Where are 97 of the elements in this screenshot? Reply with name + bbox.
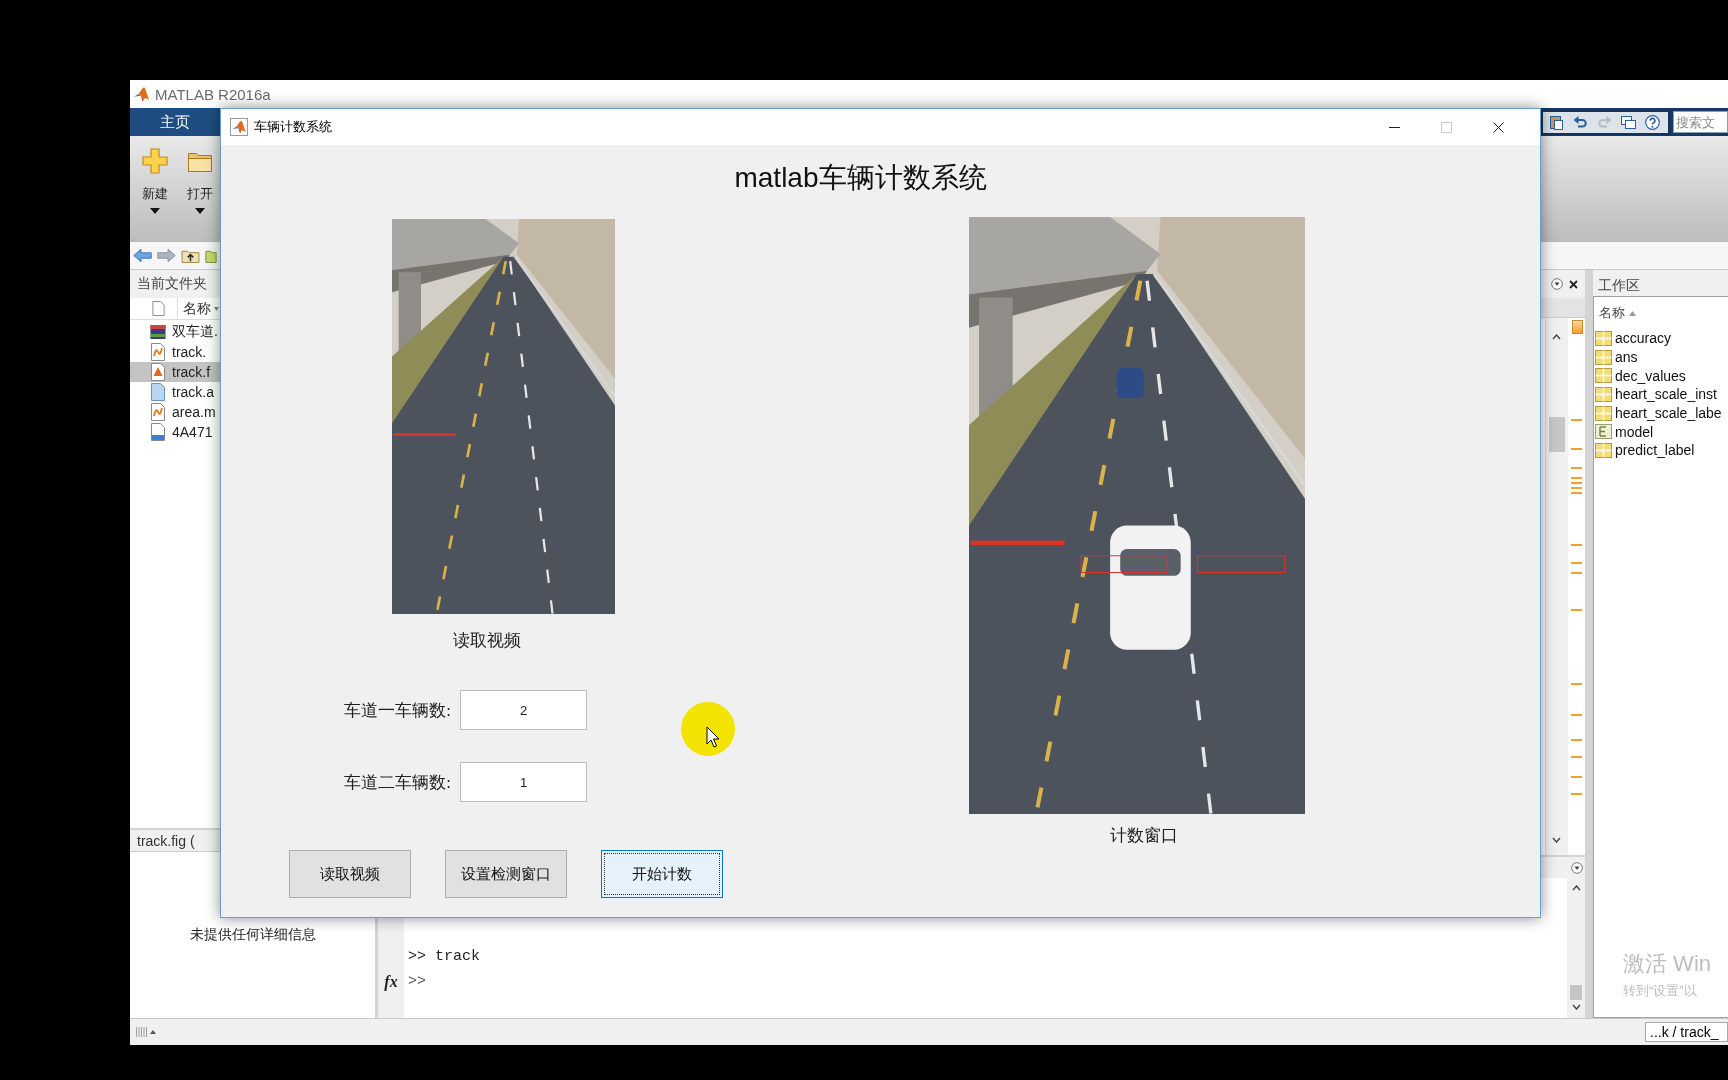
file-list-item[interactable]: track. xyxy=(130,342,220,362)
warning-marker[interactable] xyxy=(1571,776,1582,778)
warning-marker[interactable] xyxy=(1571,467,1582,469)
variable-list-item[interactable]: predict_label xyxy=(1594,441,1728,460)
variable-list-item[interactable]: model xyxy=(1594,422,1728,442)
file-list-item[interactable]: area.m xyxy=(130,402,220,422)
scroll-up-icon[interactable] xyxy=(1572,885,1581,891)
file-list-item[interactable]: track.f xyxy=(130,362,220,382)
scrollbar-thumb[interactable] xyxy=(1549,417,1565,452)
dialog-heading: matlab车辆计数系统 xyxy=(734,161,987,195)
figure-file-icon xyxy=(150,363,166,381)
file-list-item[interactable]: 4A471 xyxy=(130,422,220,442)
file-list-item[interactable]: 双车道. xyxy=(130,322,220,342)
warning-marker[interactable] xyxy=(1571,448,1582,450)
window-title: MATLAB R2016a xyxy=(155,85,271,103)
panel-menu-icon[interactable] xyxy=(1551,278,1563,290)
dialog-title: 车辆计数系统 xyxy=(254,118,332,136)
open-button[interactable]: 打开 xyxy=(180,148,220,214)
read-video-button[interactable]: 读取视频 xyxy=(289,850,411,898)
warning-marker[interactable] xyxy=(1571,793,1582,795)
variable-list-item[interactable]: heart_scale_inst xyxy=(1594,385,1728,404)
warning-marker[interactable] xyxy=(1571,609,1582,611)
column-header[interactable]: 名称 xyxy=(183,299,211,318)
file-list-item[interactable]: track.a xyxy=(130,382,220,402)
autosave-file-icon xyxy=(150,383,166,401)
panel-menu-icon[interactable] xyxy=(1571,861,1583,874)
warning-marker[interactable] xyxy=(1571,544,1582,546)
search-field[interactable]: 搜索文 xyxy=(1673,111,1728,133)
warning-marker[interactable] xyxy=(1571,492,1582,494)
video-caption: 读取视频 xyxy=(453,630,521,652)
detection-line xyxy=(393,433,456,437)
scrollbar-thumb[interactable] xyxy=(1570,985,1582,1000)
sort-up-icon xyxy=(1629,310,1636,316)
activation-notice-text: 转到“设置”以 xyxy=(1623,982,1698,1000)
status-path: ...k / track_ xyxy=(1645,1022,1728,1042)
sort-caret-icon xyxy=(214,306,219,311)
close-icon[interactable] xyxy=(1569,279,1578,289)
warning-marker[interactable] xyxy=(1571,477,1582,479)
warning-marker[interactable] xyxy=(1571,562,1582,564)
toolstrip-tab[interactable]: 主页 xyxy=(130,108,220,136)
scroll-up-icon[interactable] xyxy=(1552,334,1561,340)
activation-notice-title: 激活 Win xyxy=(1623,950,1711,978)
caret-icon xyxy=(195,208,205,214)
video-caption: 计数窗口 xyxy=(1110,825,1178,847)
close-icon xyxy=(1492,121,1504,133)
window-stack-icon[interactable] xyxy=(1621,114,1636,130)
warning-marker[interactable] xyxy=(1571,756,1582,758)
warning-marker[interactable] xyxy=(1571,487,1582,489)
warning-marker[interactable] xyxy=(1571,739,1582,741)
panel-title: 工作区 xyxy=(1598,276,1640,295)
file-type-column-icon xyxy=(152,301,165,316)
scrollbar-track[interactable] xyxy=(1545,318,1568,855)
variable-list-item[interactable]: heart_scale_labe xyxy=(1594,403,1728,423)
paste-icon[interactable] xyxy=(1549,114,1564,130)
warning-marker[interactable] xyxy=(1571,683,1582,685)
details-title: track.fig ( xyxy=(137,832,195,849)
matlab-logo-icon xyxy=(133,85,150,103)
panel-title: 当前文件夹 xyxy=(137,275,207,293)
analysis-status-icon[interactable] xyxy=(1572,320,1583,334)
warning-marker[interactable] xyxy=(1571,714,1582,716)
scroll-down-icon[interactable] xyxy=(1552,837,1561,843)
plus-icon xyxy=(142,148,168,174)
help-icon[interactable] xyxy=(1645,114,1660,130)
warning-marker[interactable] xyxy=(1571,419,1582,421)
folder-up-icon[interactable] xyxy=(181,248,200,263)
script-file-icon xyxy=(150,343,166,361)
details-message: 未提供任何详细信息 xyxy=(189,926,316,944)
undo-icon[interactable] xyxy=(1573,114,1588,130)
count-label: 车道二车辆数: xyxy=(344,771,451,794)
cursor-highlight-icon xyxy=(681,702,735,756)
command-history-line: >> track xyxy=(408,947,480,967)
struct-variable-icon xyxy=(1595,424,1612,440)
new-button[interactable]: 新建 xyxy=(135,148,175,214)
maximize-icon xyxy=(1440,121,1452,133)
script-file-icon xyxy=(150,403,166,421)
count-field[interactable]: 2 xyxy=(460,690,587,730)
warning-marker[interactable] xyxy=(1571,482,1582,484)
matlab-logo-icon xyxy=(230,118,248,136)
function-browser-button[interactable]: fx xyxy=(384,969,398,994)
back-arrow-icon[interactable] xyxy=(133,248,152,263)
count-field[interactable]: 1 xyxy=(460,762,587,802)
scroll-down-icon[interactable] xyxy=(1572,1004,1581,1010)
browse-folder-icon[interactable] xyxy=(205,248,217,263)
caret-icon xyxy=(150,208,160,214)
command-prompt[interactable]: >> xyxy=(408,973,426,990)
variable-list-item[interactable]: dec_values xyxy=(1594,366,1728,386)
scrollbar-track[interactable] xyxy=(1567,878,1585,1018)
video-file-icon xyxy=(150,323,166,341)
set-window-button[interactable]: 设置检测窗口 xyxy=(445,850,567,898)
variable-list-item[interactable]: accuracy xyxy=(1594,329,1728,348)
data-file-icon xyxy=(150,423,166,441)
forward-arrow-icon[interactable] xyxy=(157,248,176,263)
column-header[interactable]: 名称 xyxy=(1599,304,1625,322)
warning-marker[interactable] xyxy=(1571,572,1582,574)
variable-list-item[interactable]: ans xyxy=(1594,347,1728,367)
start-count-button[interactable]: 开始计数 xyxy=(601,850,723,898)
count-label: 车道一车辆数: xyxy=(344,699,451,722)
